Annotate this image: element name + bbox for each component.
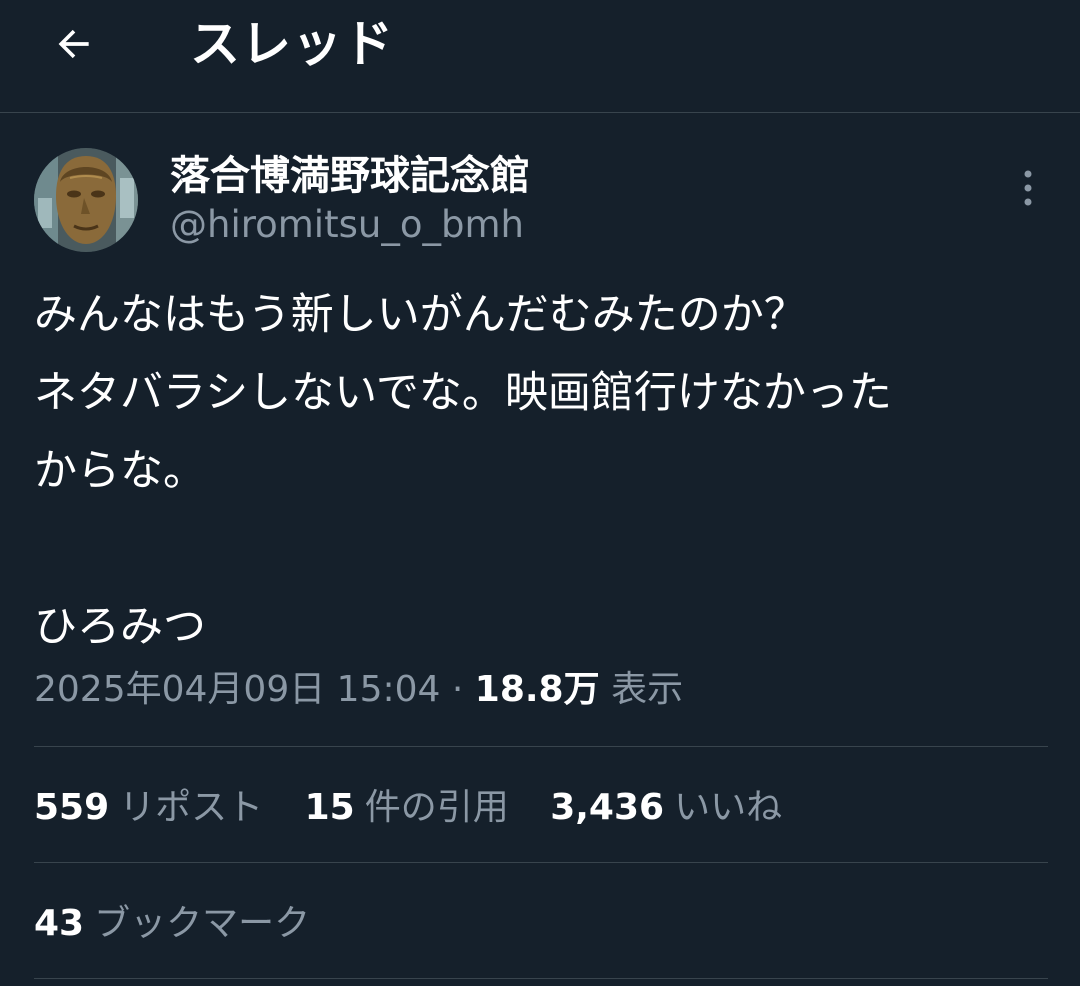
engagement-stats: 559 リポスト 15 件の引用 3,436 いいね [34,778,812,838]
likes-label: いいね [674,787,783,828]
divider [34,978,1048,979]
views-label: 表示 [611,669,684,710]
page-title: スレッド [190,15,394,73]
back-arrow-icon [58,29,89,59]
tweet-timestamp[interactable]: 2025年04月09日 15:04 [34,669,440,710]
tweet-meta: 2025年04月09日 15:04 · 18.8万 表示 [34,662,683,718]
more-button[interactable] [1004,164,1052,212]
quotes-count: 15 [304,787,355,828]
likes-stat[interactable]: 3,436 いいね [550,778,782,838]
reposts-count: 559 [34,787,110,828]
tweet-author: 落合博満野球記念館 @hiromitsu_o_bmh [0,140,1080,260]
tweet-text-line: ネタバラシしないでな。映画館行けなかった [34,368,892,418]
quotes-stat[interactable]: 15 件の引用 [305,778,509,838]
reposts-stat[interactable]: 559 リポスト [34,778,263,838]
back-button[interactable] [36,12,112,76]
bookmarks-label: ブックマーク [94,903,311,944]
bookmarks-count: 43 [34,903,85,944]
quotes-label: 件の引用 [364,787,509,828]
views-count[interactable]: 18.8万 [475,669,600,710]
thread-screen: スレッド 落合博満野球記念館 @hiromitsu_o_bmh みんなはもう新し… [0,0,1080,986]
author-display-name[interactable]: 落合博満野球記念館 [170,152,530,200]
more-vertical-icon [1024,170,1032,206]
tweet-text: みんなはもう新しいがんだむみたのか？ ネタバラシしないでな。映画館行けなかった … [34,276,1044,666]
bookmarks-stat-row: 43 ブックマーク [34,894,340,954]
tweet-text-line: からな。 [34,446,206,496]
reposts-label: リポスト [119,787,264,828]
avatar-image [34,148,138,252]
top-bar: スレッド [0,0,1080,113]
tweet-text-line: みんなはもう新しいがんだむみたのか？ [34,290,807,340]
avatar[interactable] [34,148,138,252]
divider [34,862,1048,863]
meta-separator: · [440,669,475,710]
tweet-text-line: ひろみつ [34,602,206,652]
bookmarks-stat[interactable]: 43 ブックマーク [34,894,310,954]
divider [34,746,1048,747]
likes-count: 3,436 [550,787,665,828]
author-handle[interactable]: @hiromitsu_o_bmh [170,202,524,248]
